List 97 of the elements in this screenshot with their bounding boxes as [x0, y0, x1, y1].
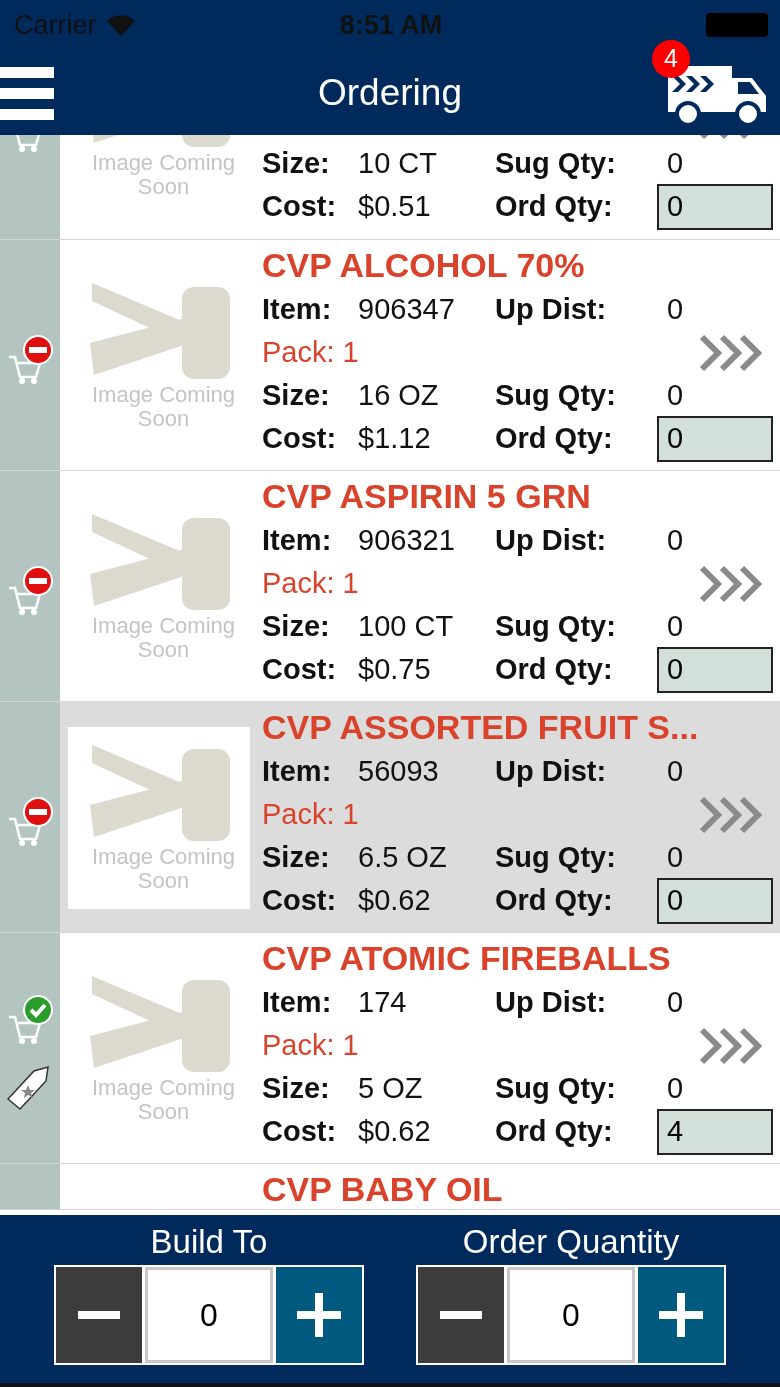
- field-label: Size:: [262, 841, 331, 874]
- field-value: 0: [666, 524, 685, 557]
- pack-text: Pack: 1: [262, 1029, 360, 1062]
- field-value: 16 OZ: [358, 379, 440, 412]
- field-label: Ord Qty:: [495, 653, 614, 686]
- pack-text: Pack: 1: [262, 567, 360, 600]
- image-caption: Image Coming Soon: [90, 844, 237, 893]
- product-title: CVP ASSORTED FRUIT S...: [262, 707, 700, 747]
- field-value: 0: [666, 1072, 685, 1105]
- plus-button[interactable]: [638, 1267, 724, 1363]
- order-qty-field[interactable]: 0: [657, 415, 773, 462]
- plus-icon: [297, 1293, 341, 1337]
- field-label: Sug Qty:: [495, 610, 617, 643]
- wifi-icon: [106, 14, 135, 36]
- field-label: Cost:: [262, 653, 338, 686]
- field-label: Sug Qty:: [495, 1072, 617, 1105]
- field-label: Cost:: [262, 1115, 338, 1148]
- carrier-label: Carrier: [14, 9, 97, 41]
- cart-minus-icon[interactable]: [7, 565, 53, 618]
- field-label: Item:: [262, 524, 333, 557]
- field-value: 10 CT: [358, 147, 438, 180]
- field-value: $1.12: [358, 422, 432, 455]
- field-label: Ord Qty:: [495, 1115, 614, 1148]
- pack-text: Pack: 1: [262, 798, 360, 831]
- field-label: Size:: [262, 379, 331, 412]
- field-label: Size:: [262, 147, 331, 180]
- field-label: Size:: [262, 1072, 331, 1105]
- field-value: $0.75: [358, 653, 432, 686]
- plus-button[interactable]: [276, 1267, 362, 1363]
- field-value: 174: [358, 986, 408, 1019]
- field-label: Item:: [262, 293, 333, 326]
- field-value: $0.62: [358, 884, 432, 917]
- field-label: Up Dist:: [495, 293, 608, 326]
- field-label: Sug Qty:: [495, 379, 617, 412]
- field-value: 0: [666, 147, 685, 180]
- cart-minus-icon[interactable]: [7, 334, 53, 387]
- field-label: Up Dist:: [495, 524, 608, 557]
- status-time: 8:51 AM: [339, 9, 443, 41]
- minus-icon: [440, 1311, 482, 1319]
- order-qty-field[interactable]: 4: [657, 1108, 773, 1155]
- cart-minus-icon[interactable]: [7, 796, 53, 849]
- battery-icon: [706, 13, 768, 37]
- image-caption: Image Coming Soon: [90, 382, 237, 431]
- field-label: Up Dist:: [495, 755, 608, 788]
- field-value: 906321: [358, 524, 456, 557]
- chevrons-icon[interactable]: [698, 563, 764, 604]
- page-title: Ordering: [318, 71, 462, 114]
- field-value: 0: [666, 755, 685, 788]
- order-qty-field[interactable]: 0: [657, 646, 773, 693]
- field-value: 100 CT: [358, 610, 455, 643]
- field-label: Ord Qty:: [495, 884, 614, 917]
- field-label: Item:: [262, 755, 333, 788]
- chevrons-icon[interactable]: [698, 332, 764, 373]
- image-caption: Image Coming Soon: [90, 613, 237, 662]
- product-title: CVP BABY OIL: [262, 1169, 504, 1209]
- order-qty-field[interactable]: 0: [657, 877, 773, 924]
- field-label: Up Dist:: [495, 986, 608, 1019]
- field-label: Ord Qty:: [495, 190, 614, 223]
- field-value: $0.51: [358, 190, 432, 223]
- field-value: 56093: [358, 755, 440, 788]
- product-title: CVP ALCOHOL 70%: [262, 245, 586, 285]
- field-label: Ord Qty:: [495, 422, 614, 455]
- product-row[interactable]: Image Coming Soon CVP ASSORTED FRUIT S... Item: 56093 Up Dist: 0 Pack: 1 Size: 6.5 OZ Sug Qty: 0 Cost: $0.62 Ord Qty: 0: [0, 702, 780, 932]
- field-label: Cost:: [262, 422, 338, 455]
- stepper-label: Order Quantity: [462, 1223, 680, 1261]
- minus-button[interactable]: [56, 1267, 142, 1363]
- image-caption: Image Coming Soon: [90, 1075, 237, 1124]
- field-label: Size:: [262, 610, 331, 643]
- field-value: $0.62: [358, 1115, 432, 1148]
- field-label: Cost:: [262, 190, 338, 223]
- menu-icon[interactable]: [0, 64, 54, 121]
- quantity-field[interactable]: 0: [145, 1267, 273, 1363]
- product-title: CVP ASPIRIN 5 GRN: [262, 476, 592, 516]
- product-title: CVP ATOMIC FIREBALLS: [262, 938, 672, 978]
- stepper-label: Build To: [150, 1223, 268, 1261]
- chevrons-icon[interactable]: [698, 1025, 764, 1066]
- chevrons-icon[interactable]: [698, 794, 764, 835]
- field-label: Sug Qty:: [495, 841, 617, 874]
- minus-icon: [78, 1311, 120, 1319]
- order-qty-field[interactable]: 0: [657, 183, 773, 230]
- quantity-field[interactable]: 0: [507, 1267, 635, 1363]
- minus-button[interactable]: [418, 1267, 504, 1363]
- field-label: Cost:: [262, 884, 338, 917]
- field-value: 906347: [358, 293, 456, 326]
- image-caption: Image Coming Soon: [90, 150, 237, 199]
- field-value: 0: [666, 986, 685, 1019]
- field-label: Sug Qty:: [495, 147, 617, 180]
- cart-check-icon[interactable]: [7, 994, 53, 1047]
- field-label: Item:: [262, 986, 333, 1019]
- field-value: 0: [666, 610, 685, 643]
- field-value: 0: [666, 841, 685, 874]
- field-value: 5 OZ: [358, 1072, 424, 1105]
- field-value: 6.5 OZ: [358, 841, 448, 874]
- pack-text: Pack: 1: [262, 336, 360, 369]
- plus-icon: [659, 1293, 703, 1337]
- field-value: 0: [666, 293, 685, 326]
- field-value: 0: [666, 379, 685, 412]
